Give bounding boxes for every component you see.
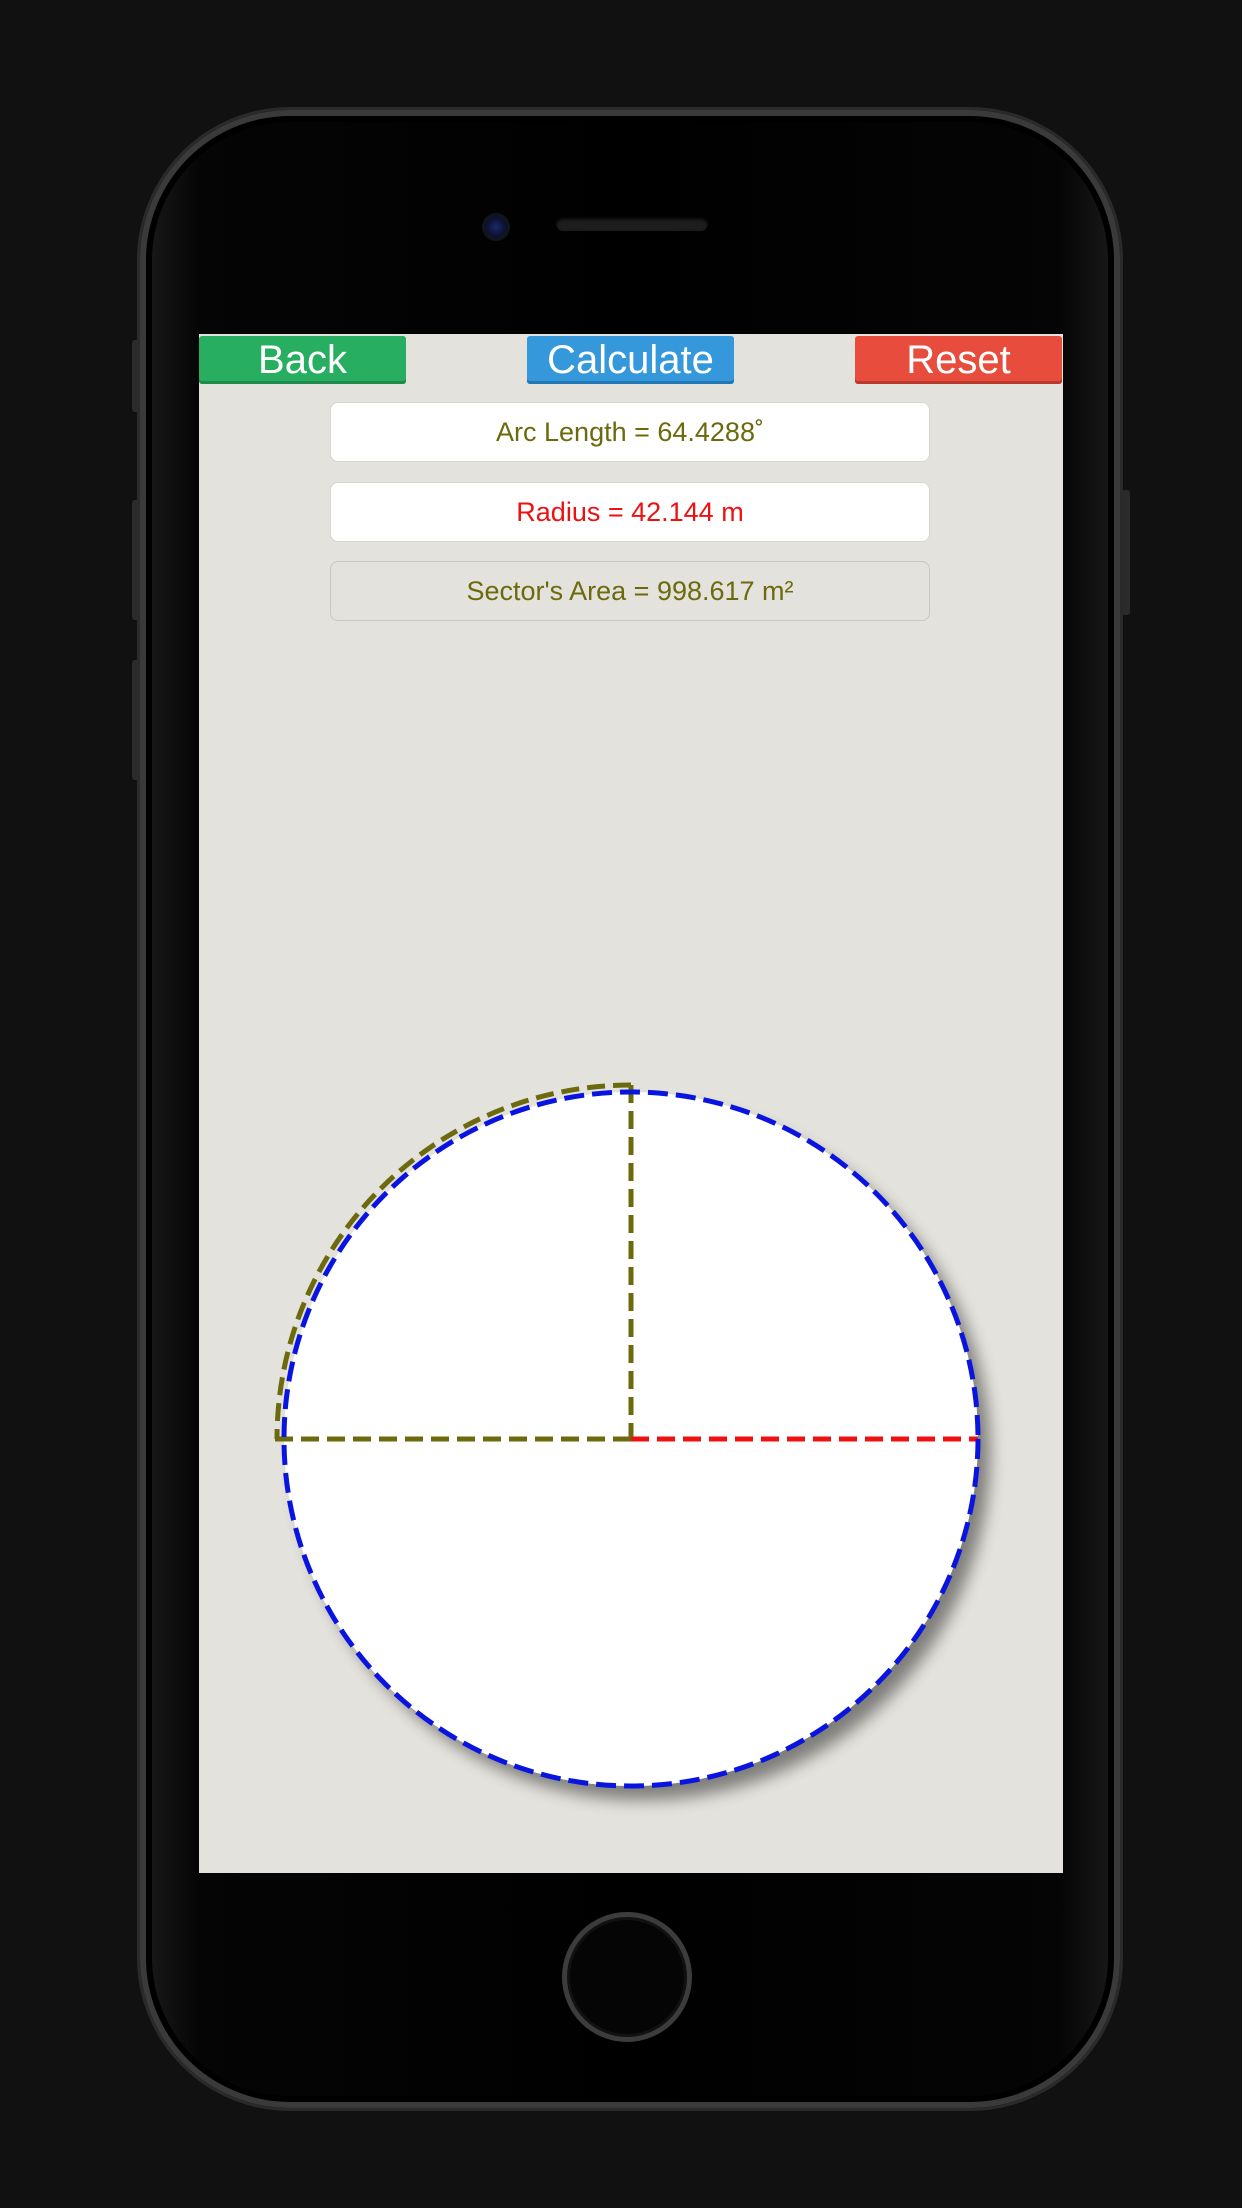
sector-diagram xyxy=(210,1082,987,1789)
mute-switch xyxy=(132,340,140,412)
volume-up-button xyxy=(132,500,140,620)
power-button xyxy=(1122,490,1130,615)
front-camera xyxy=(482,213,510,241)
volume-down-button xyxy=(132,660,140,780)
home-button[interactable] xyxy=(562,1912,692,2042)
app-screen: Back Calculate Reset Arc Length = 64.428… xyxy=(199,334,1063,1873)
earpiece-speaker xyxy=(556,217,708,231)
